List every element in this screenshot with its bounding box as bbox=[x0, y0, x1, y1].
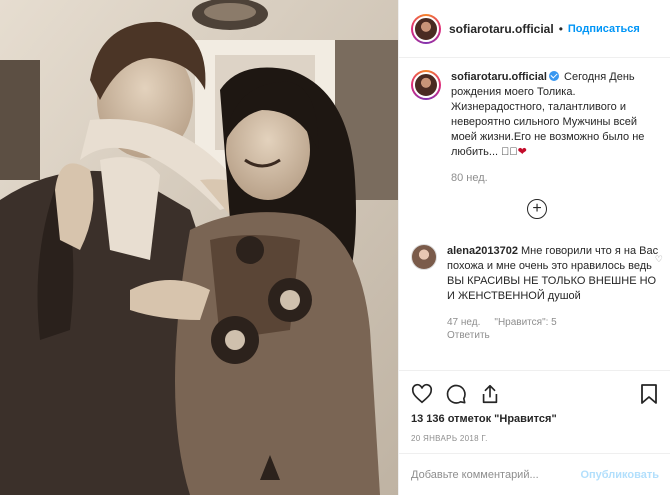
publish-button[interactable]: Опубликовать bbox=[580, 469, 659, 481]
caption-text: Сегодня День рождения моего Толика. Жизн… bbox=[451, 71, 645, 158]
action-icons bbox=[411, 383, 501, 405]
reply-button[interactable]: Ответить bbox=[447, 329, 661, 342]
comment-like-heart-icon[interactable]: ♡ bbox=[655, 254, 663, 265]
comment-icon[interactable] bbox=[445, 383, 467, 405]
bookmark-icon[interactable] bbox=[639, 383, 659, 405]
follow-button[interactable]: Подписаться bbox=[568, 23, 640, 35]
caption-username[interactable]: sofiarotaru.official bbox=[451, 71, 547, 83]
share-icon[interactable] bbox=[479, 383, 501, 405]
caption: sofiarotaru.official Сегодня День рожден… bbox=[399, 70, 670, 184]
caption-text-block: sofiarotaru.official Сегодня День рожден… bbox=[451, 70, 659, 160]
comment-input[interactable] bbox=[411, 468, 581, 481]
comment-body: alena2013702 Мне говорили что я на Вас п… bbox=[447, 244, 661, 304]
post-photo[interactable] bbox=[0, 0, 398, 495]
post-header: sofiarotaru.official • Подписаться bbox=[399, 0, 670, 58]
author-username[interactable]: sofiarotaru.official bbox=[449, 22, 554, 36]
plus-icon: + bbox=[532, 199, 542, 217]
likes-count[interactable]: 13 136 отметок "Нравится" bbox=[411, 413, 557, 425]
verified-badge-icon bbox=[548, 71, 559, 81]
post-side-panel: sofiarotaru.official • Подписаться sofia… bbox=[398, 0, 670, 495]
commenter-avatar[interactable] bbox=[411, 244, 437, 270]
comment-likes[interactable]: "Нравится": 5 bbox=[494, 316, 556, 329]
caption-time[interactable]: 80 нед. bbox=[451, 172, 659, 184]
load-more-comments-button[interactable]: + bbox=[527, 199, 547, 219]
separator-dot: • bbox=[558, 21, 563, 36]
add-comment-bar: Опубликовать bbox=[399, 453, 670, 495]
comment-time[interactable]: 47 нед. bbox=[447, 316, 480, 329]
post-date[interactable]: 20 ЯНВАРЬ 2018 Г. bbox=[411, 434, 488, 443]
commenter-username[interactable]: alena2013702 bbox=[447, 245, 518, 257]
couple-photo-illustration bbox=[0, 0, 398, 495]
heart-icon[interactable] bbox=[411, 383, 433, 405]
avatar[interactable] bbox=[411, 13, 441, 44]
comment-meta: 47 нед. "Нравится": 5 Ответить bbox=[447, 316, 661, 342]
caption-avatar[interactable] bbox=[411, 70, 441, 100]
red-heart-icon: ❤ bbox=[517, 146, 527, 158]
comment-item: alena2013702 Мне говорили что я на Вас п… bbox=[411, 244, 663, 342]
